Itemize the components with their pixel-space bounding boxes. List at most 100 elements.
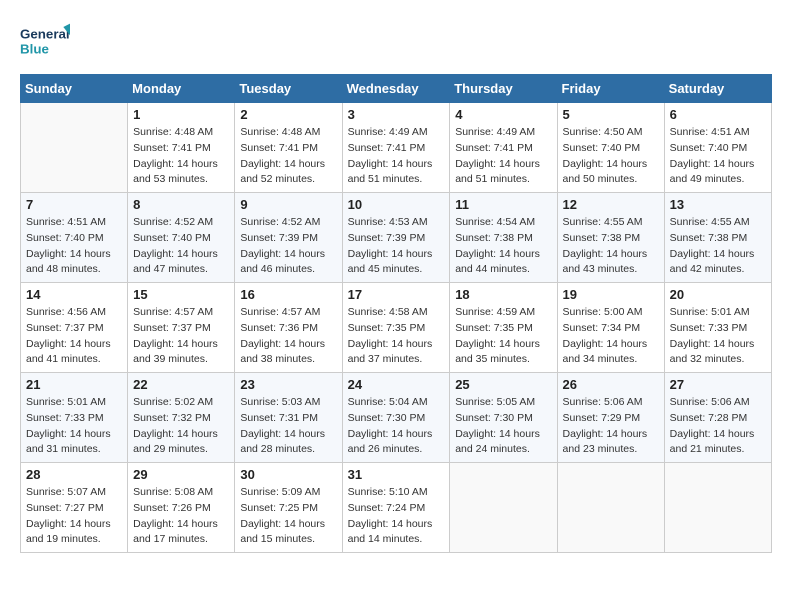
day-number: 2 xyxy=(240,107,336,122)
calendar-cell: 8Sunrise: 4:52 AMSunset: 7:40 PMDaylight… xyxy=(128,193,235,283)
day-info: Sunrise: 4:51 AMSunset: 7:40 PMDaylight:… xyxy=(26,215,122,278)
day-number: 28 xyxy=(26,467,122,482)
calendar-week-row: 14 Sunrise: 4:56 AMSunset: 7:37 PMDayligh… xyxy=(21,283,772,373)
day-info: Sunrise: 4:49 AMSunset: 7:41 PMDaylight:… xyxy=(455,125,551,188)
day-number: 14 xyxy=(26,287,122,302)
day-info: Sunrise: 5:10 AMSunset: 7:24 PMDaylight:… xyxy=(348,485,445,548)
calendar-cell: 13 Sunrise: 4:55 AMSunset: 7:38 PMDayligh… xyxy=(664,193,771,283)
day-number: 4 xyxy=(455,107,551,122)
day-number: 10 xyxy=(348,197,445,212)
day-info: Sunrise: 4:48 AMSunset: 7:41 PMDaylight:… xyxy=(240,125,336,188)
day-info: Sunrise: 5:01 AMSunset: 7:33 PMDaylight:… xyxy=(26,395,122,458)
day-info: Sunrise: 5:04 AMSunset: 7:30 PMDaylight:… xyxy=(348,395,445,458)
calendar-week-row: 7 Sunrise: 4:51 AMSunset: 7:40 PMDaylight… xyxy=(21,193,772,283)
weekday-header-friday: Friday xyxy=(557,75,664,103)
day-info: Sunrise: 4:57 AMSunset: 7:36 PMDaylight:… xyxy=(240,305,336,368)
calendar-cell: 1Sunrise: 4:48 AMSunset: 7:41 PMDaylight… xyxy=(128,103,235,193)
day-number: 11 xyxy=(455,197,551,212)
calendar-week-row: 21 Sunrise: 5:01 AMSunset: 7:33 PMDayligh… xyxy=(21,373,772,463)
day-info: Sunrise: 5:02 AMSunset: 7:32 PMDaylight:… xyxy=(133,395,229,458)
weekday-header-tuesday: Tuesday xyxy=(235,75,342,103)
calendar-cell: 7 Sunrise: 4:51 AMSunset: 7:40 PMDaylight… xyxy=(21,193,128,283)
day-number: 30 xyxy=(240,467,336,482)
day-number: 24 xyxy=(348,377,445,392)
calendar-cell: 5 Sunrise: 4:50 AMSunset: 7:40 PMDaylight… xyxy=(557,103,664,193)
day-info: Sunrise: 4:49 AMSunset: 7:41 PMDaylight:… xyxy=(348,125,445,188)
calendar-cell: 2 Sunrise: 4:48 AMSunset: 7:41 PMDaylight… xyxy=(235,103,342,193)
calendar-cell: 11 Sunrise: 4:54 AMSunset: 7:38 PMDayligh… xyxy=(450,193,557,283)
day-number: 7 xyxy=(26,197,122,212)
svg-text:Blue: Blue xyxy=(20,42,49,57)
day-number: 20 xyxy=(670,287,766,302)
calendar-table: SundayMondayTuesdayWednesdayThursdayFrid… xyxy=(20,74,772,553)
svg-text:General: General xyxy=(20,27,70,42)
day-info: Sunrise: 4:57 AMSunset: 7:37 PMDaylight:… xyxy=(133,305,229,368)
weekday-header-saturday: Saturday xyxy=(664,75,771,103)
calendar-cell: 14 Sunrise: 4:56 AMSunset: 7:37 PMDayligh… xyxy=(21,283,128,373)
calendar-cell: 24 Sunrise: 5:04 AMSunset: 7:30 PMDayligh… xyxy=(342,373,450,463)
day-number: 16 xyxy=(240,287,336,302)
page-header: General Blue xyxy=(20,20,772,64)
calendar-cell xyxy=(21,103,128,193)
calendar-cell: 22 Sunrise: 5:02 AMSunset: 7:32 PMDayligh… xyxy=(128,373,235,463)
day-info: Sunrise: 4:48 AMSunset: 7:41 PMDaylight:… xyxy=(133,125,229,188)
calendar-cell: 3Sunrise: 4:49 AMSunset: 7:41 PMDaylight… xyxy=(342,103,450,193)
calendar-cell: 26 Sunrise: 5:06 AMSunset: 7:29 PMDayligh… xyxy=(557,373,664,463)
day-number: 26 xyxy=(563,377,659,392)
day-info: Sunrise: 5:00 AMSunset: 7:34 PMDaylight:… xyxy=(563,305,659,368)
calendar-cell: 10 Sunrise: 4:53 AMSunset: 7:39 PMDayligh… xyxy=(342,193,450,283)
day-number: 19 xyxy=(563,287,659,302)
calendar-cell: 6Sunrise: 4:51 AMSunset: 7:40 PMDaylight… xyxy=(664,103,771,193)
day-info: Sunrise: 5:08 AMSunset: 7:26 PMDaylight:… xyxy=(133,485,229,548)
day-number: 25 xyxy=(455,377,551,392)
calendar-cell: 15 Sunrise: 4:57 AMSunset: 7:37 PMDayligh… xyxy=(128,283,235,373)
calendar-cell xyxy=(664,463,771,553)
day-info: Sunrise: 5:07 AMSunset: 7:27 PMDaylight:… xyxy=(26,485,122,548)
day-info: Sunrise: 4:51 AMSunset: 7:40 PMDaylight:… xyxy=(670,125,766,188)
calendar-cell: 16 Sunrise: 4:57 AMSunset: 7:36 PMDayligh… xyxy=(235,283,342,373)
day-info: Sunrise: 4:53 AMSunset: 7:39 PMDaylight:… xyxy=(348,215,445,278)
calendar-cell: 19 Sunrise: 5:00 AMSunset: 7:34 PMDayligh… xyxy=(557,283,664,373)
day-info: Sunrise: 5:01 AMSunset: 7:33 PMDaylight:… xyxy=(670,305,766,368)
calendar-cell: 21 Sunrise: 5:01 AMSunset: 7:33 PMDayligh… xyxy=(21,373,128,463)
calendar-cell: 23Sunrise: 5:03 AMSunset: 7:31 PMDayligh… xyxy=(235,373,342,463)
weekday-header-sunday: Sunday xyxy=(21,75,128,103)
day-number: 17 xyxy=(348,287,445,302)
day-info: Sunrise: 5:06 AMSunset: 7:28 PMDaylight:… xyxy=(670,395,766,458)
weekday-header-monday: Monday xyxy=(128,75,235,103)
day-number: 29 xyxy=(133,467,229,482)
calendar-week-row: 1Sunrise: 4:48 AMSunset: 7:41 PMDaylight… xyxy=(21,103,772,193)
day-info: Sunrise: 4:54 AMSunset: 7:38 PMDaylight:… xyxy=(455,215,551,278)
day-info: Sunrise: 4:55 AMSunset: 7:38 PMDaylight:… xyxy=(670,215,766,278)
day-number: 31 xyxy=(348,467,445,482)
calendar-cell: 9Sunrise: 4:52 AMSunset: 7:39 PMDaylight… xyxy=(235,193,342,283)
calendar-cell: 29 Sunrise: 5:08 AMSunset: 7:26 PMDayligh… xyxy=(128,463,235,553)
day-number: 18 xyxy=(455,287,551,302)
day-number: 21 xyxy=(26,377,122,392)
day-number: 9 xyxy=(240,197,336,212)
day-info: Sunrise: 5:09 AMSunset: 7:25 PMDaylight:… xyxy=(240,485,336,548)
day-info: Sunrise: 4:56 AMSunset: 7:37 PMDaylight:… xyxy=(26,305,122,368)
day-info: Sunrise: 4:58 AMSunset: 7:35 PMDaylight:… xyxy=(348,305,445,368)
weekday-header-row: SundayMondayTuesdayWednesdayThursdayFrid… xyxy=(21,75,772,103)
logo: General Blue xyxy=(20,20,70,64)
day-number: 22 xyxy=(133,377,229,392)
logo-svg: General Blue xyxy=(20,20,70,64)
calendar-cell: 27Sunrise: 5:06 AMSunset: 7:28 PMDayligh… xyxy=(664,373,771,463)
calendar-cell xyxy=(450,463,557,553)
calendar-cell: 31 Sunrise: 5:10 AMSunset: 7:24 PMDayligh… xyxy=(342,463,450,553)
calendar-cell: 30 Sunrise: 5:09 AMSunset: 7:25 PMDayligh… xyxy=(235,463,342,553)
day-info: Sunrise: 4:50 AMSunset: 7:40 PMDaylight:… xyxy=(563,125,659,188)
calendar-cell: 18 Sunrise: 4:59 AMSunset: 7:35 PMDayligh… xyxy=(450,283,557,373)
day-info: Sunrise: 4:55 AMSunset: 7:38 PMDaylight:… xyxy=(563,215,659,278)
day-info: Sunrise: 5:06 AMSunset: 7:29 PMDaylight:… xyxy=(563,395,659,458)
calendar-cell: 25 Sunrise: 5:05 AMSunset: 7:30 PMDayligh… xyxy=(450,373,557,463)
day-number: 13 xyxy=(670,197,766,212)
day-info: Sunrise: 5:03 AMSunset: 7:31 PMDaylight:… xyxy=(240,395,336,458)
day-number: 15 xyxy=(133,287,229,302)
day-number: 5 xyxy=(563,107,659,122)
day-info: Sunrise: 5:05 AMSunset: 7:30 PMDaylight:… xyxy=(455,395,551,458)
day-info: Sunrise: 4:59 AMSunset: 7:35 PMDaylight:… xyxy=(455,305,551,368)
weekday-header-wednesday: Wednesday xyxy=(342,75,450,103)
calendar-cell xyxy=(557,463,664,553)
